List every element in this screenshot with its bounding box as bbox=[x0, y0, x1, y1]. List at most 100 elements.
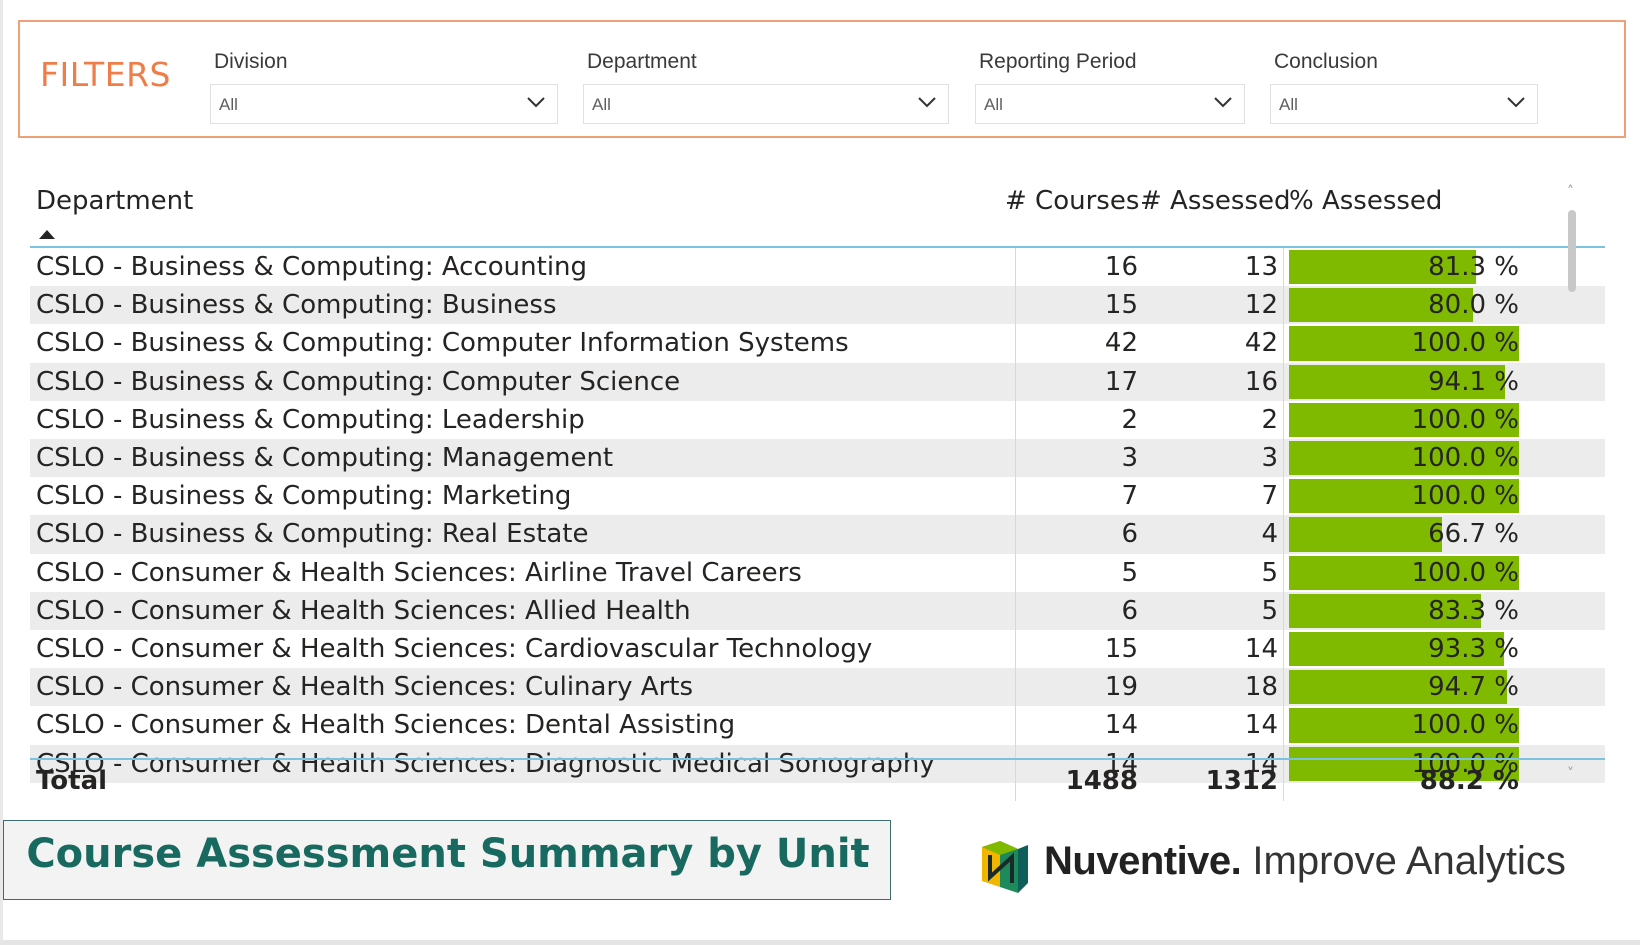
table-row[interactable]: CSLO - Consumer & Health Sciences: Airli… bbox=[30, 553, 1605, 592]
header-courses[interactable]: # Courses bbox=[1005, 186, 1140, 246]
column-separator bbox=[1283, 668, 1284, 707]
department-cell: CSLO - Consumer & Health Sciences: Airli… bbox=[36, 557, 802, 588]
pct-assessed-cell: 80.0 % bbox=[1289, 286, 1539, 324]
assessed-cell: 5 bbox=[1261, 557, 1278, 588]
reporting-period-dropdown-value: All bbox=[984, 95, 1003, 114]
pct-assessed-cell: 93.3 % bbox=[1289, 630, 1539, 668]
pct-assessed-value: 100.0 % bbox=[1411, 443, 1519, 473]
table-row[interactable]: CSLO - Business & Computing: Leadership 2… bbox=[30, 400, 1605, 439]
chevron-down-icon bbox=[1214, 97, 1232, 108]
courses-cell: 17 bbox=[1104, 366, 1138, 397]
slicer-conclusion-label: Conclusion bbox=[1274, 50, 1378, 73]
table-row[interactable]: CSLO - Business & Computing: Management 3… bbox=[30, 439, 1605, 478]
table-row[interactable]: CSLO - Business & Computing: Computer Sc… bbox=[30, 362, 1605, 401]
pct-assessed-value: 94.1 % bbox=[1428, 366, 1519, 397]
column-separator bbox=[1283, 515, 1284, 554]
pct-assessed-value: 94.7 % bbox=[1428, 672, 1519, 703]
chevron-down-icon bbox=[1507, 97, 1525, 108]
department-cell: CSLO - Consumer & Health Sciences: Culin… bbox=[36, 672, 694, 703]
report-title-box: Course Assessment Summary by Unit bbox=[3, 820, 891, 900]
conclusion-dropdown-value: All bbox=[1279, 95, 1298, 114]
department-cell: CSLO - Business & Computing: Management bbox=[36, 443, 614, 473]
column-separator bbox=[1283, 761, 1284, 801]
division-dropdown-value: All bbox=[219, 95, 238, 114]
department-dropdown[interactable]: All bbox=[583, 84, 949, 124]
assessed-cell: 5 bbox=[1261, 595, 1278, 626]
courses-cell: 15 bbox=[1104, 290, 1138, 321]
courses-cell: 5 bbox=[1121, 557, 1138, 588]
nuventive-logo: Nuventive. Improve Analytics bbox=[978, 835, 1640, 895]
slicer-reporting-period-label: Reporting Period bbox=[979, 50, 1137, 73]
header-courses-label: # Courses bbox=[1005, 186, 1140, 216]
total-courses: 1488 bbox=[1065, 766, 1138, 796]
pct-assessed-bar bbox=[1289, 517, 1443, 552]
canvas-left-edge bbox=[0, 0, 3, 945]
header-assessed[interactable]: # Assessed bbox=[1140, 188, 1291, 246]
assessment-table: Department # Courses # Assessed % Assess… bbox=[30, 184, 1610, 838]
department-cell: CSLO - Business & Computing: Marketing bbox=[36, 481, 572, 512]
pct-assessed-cell: 81.3 % bbox=[1289, 248, 1539, 286]
scroll-up-icon[interactable]: ˄ bbox=[1567, 184, 1574, 200]
pct-assessed-cell: 100.0 % bbox=[1289, 554, 1539, 592]
pct-assessed-value: 100.0 % bbox=[1411, 557, 1519, 588]
assessed-cell: 12 bbox=[1244, 290, 1278, 321]
conclusion-dropdown[interactable]: All bbox=[1270, 84, 1538, 124]
vertical-scrollbar[interactable]: ˄ ˅ bbox=[1565, 184, 1579, 782]
total-label: Total bbox=[36, 766, 108, 796]
table-row[interactable]: CSLO - Business & Computing: Computer In… bbox=[30, 324, 1605, 363]
slicer-division-label: Division bbox=[214, 50, 288, 73]
column-separator bbox=[1283, 362, 1284, 401]
pct-assessed-value: 100.0 % bbox=[1411, 404, 1519, 435]
sort-ascending-icon[interactable] bbox=[39, 230, 55, 239]
assessed-cell: 4 bbox=[1261, 519, 1278, 550]
pct-assessed-value: 100.0 % bbox=[1411, 481, 1519, 512]
reporting-period-dropdown[interactable]: All bbox=[975, 84, 1245, 124]
courses-cell: 6 bbox=[1121, 519, 1138, 550]
pct-assessed-value: 100.0 % bbox=[1411, 328, 1519, 359]
header-assessed-label: # Assessed bbox=[1140, 186, 1291, 216]
scroll-down-icon[interactable]: ˅ bbox=[1567, 766, 1574, 782]
total-row: Total 1488 1312 88.2 % bbox=[30, 761, 1605, 801]
pct-assessed-cell: 100.0 % bbox=[1289, 401, 1539, 439]
courses-cell: 7 bbox=[1121, 481, 1138, 512]
assessed-cell: 14 bbox=[1244, 634, 1278, 664]
department-cell: CSLO - Consumer & Health Sciences: Cardi… bbox=[36, 634, 873, 664]
table-row[interactable]: CSLO - Consumer & Health Sciences: Culin… bbox=[30, 668, 1605, 707]
assessed-cell: 42 bbox=[1244, 328, 1278, 359]
table-row[interactable]: CSLO - Consumer & Health Sciences: Cardi… bbox=[30, 630, 1605, 669]
scrollbar-thumb[interactable] bbox=[1568, 210, 1576, 292]
chevron-down-icon bbox=[527, 97, 545, 108]
header-department[interactable]: Department bbox=[36, 188, 193, 246]
department-cell: CSLO - Consumer & Health Sciences: Denta… bbox=[36, 710, 736, 741]
table-row[interactable]: CSLO - Business & Computing: Accounting 1… bbox=[30, 248, 1605, 287]
total-assessed: 1312 bbox=[1205, 766, 1278, 796]
assessed-cell: 18 bbox=[1244, 672, 1278, 703]
header-pct-assessed-label: % Assessed bbox=[1289, 186, 1443, 216]
canvas-bottom-edge bbox=[0, 940, 1640, 945]
column-separator bbox=[1283, 439, 1284, 478]
table-row[interactable]: CSLO - Business & Computing: Real Estate… bbox=[30, 515, 1605, 554]
pct-assessed-value: 100.0 % bbox=[1411, 710, 1519, 741]
department-cell: CSLO - Business & Computing: Computer Sc… bbox=[36, 366, 681, 397]
department-cell: CSLO - Business & Computing: Leadership bbox=[36, 404, 585, 435]
table-row[interactable]: CSLO - Business & Computing: Business 15 1… bbox=[30, 286, 1605, 325]
filters-panel: FILTERS Division All Department All Repo… bbox=[18, 20, 1626, 138]
pct-assessed-cell: 94.1 % bbox=[1289, 363, 1539, 401]
department-cell: CSLO - Consumer & Health Sciences: Allie… bbox=[36, 595, 691, 626]
department-cell: CSLO - Business & Computing: Computer In… bbox=[36, 328, 849, 359]
table-row[interactable]: CSLO - Consumer & Health Sciences: Allie… bbox=[30, 591, 1605, 630]
pct-assessed-cell: 100.0 % bbox=[1289, 706, 1539, 744]
header-pct-assessed[interactable]: % Assessed bbox=[1289, 188, 1442, 246]
pct-assessed-value: 93.3 % bbox=[1428, 634, 1519, 664]
courses-cell: 3 bbox=[1121, 443, 1138, 473]
column-separator bbox=[1283, 324, 1284, 363]
assessed-cell: 14 bbox=[1244, 710, 1278, 741]
division-dropdown[interactable]: All bbox=[210, 84, 558, 124]
courses-cell: 2 bbox=[1121, 404, 1138, 435]
column-separator bbox=[1283, 553, 1284, 592]
table-row[interactable]: CSLO - Business & Computing: Marketing 7 7… bbox=[30, 477, 1605, 516]
table-row[interactable]: CSLO - Consumer & Health Sciences: Denta… bbox=[30, 706, 1605, 745]
courses-cell: 15 bbox=[1104, 634, 1138, 664]
assessed-cell: 7 bbox=[1261, 481, 1278, 512]
nuventive-logo-mark bbox=[982, 841, 1028, 893]
